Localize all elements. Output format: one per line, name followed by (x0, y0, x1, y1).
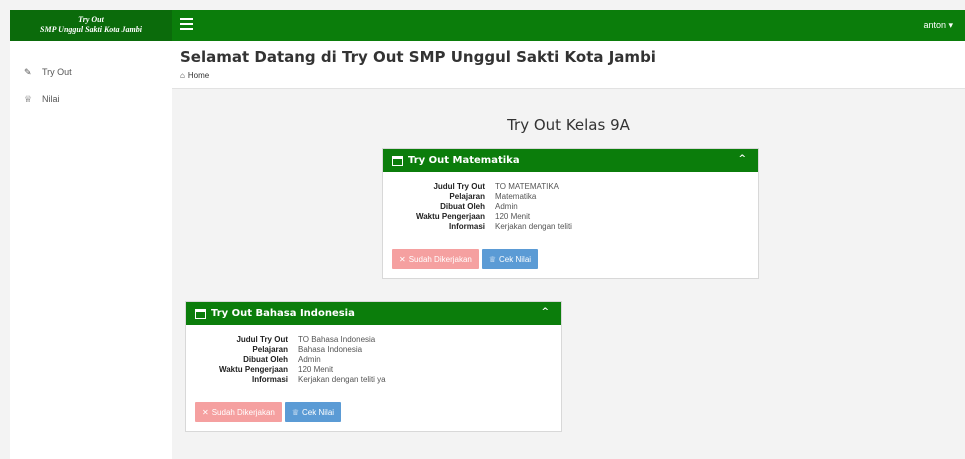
card-info: Judul Try Out TO MATEMATIKA Pelajaran Mate… (383, 182, 758, 232)
button-label: Cek Nilai (302, 407, 335, 417)
label-dibuat: Dibuat Oleh (243, 355, 288, 364)
card-title: Try Out Bahasa Indonesia (211, 308, 355, 319)
sidebar-item-label: Try Out (42, 67, 72, 77)
label-judul: Judul Try Out (433, 182, 485, 191)
section-title: Try Out Kelas 9A (507, 116, 630, 134)
sudah-dikerjakan-button[interactable]: ✕ Sudah Dikerjakan (195, 402, 282, 422)
tryout-card: Try Out Matematika ^ Judul Try Out TO MAT… (382, 148, 759, 279)
value-waktu: 120 Menit (298, 365, 334, 374)
top-navbar: anton ▾ (172, 10, 965, 41)
chevron-up-icon[interactable]: ^ (738, 154, 746, 164)
card-info: Judul Try Out TO Bahasa Indonesia Pelajar… (186, 335, 561, 385)
label-waktu: Waktu Pengerjaan (218, 365, 288, 374)
cek-nilai-button[interactable]: ♕ Cek Nilai (481, 249, 539, 269)
hamburger-menu-icon[interactable] (180, 18, 193, 32)
label-judul: Judul Try Out (236, 335, 288, 344)
label-waktu: Waktu Pengerjaan (415, 212, 485, 221)
value-pelajaran: Bahasa Indonesia (298, 345, 363, 354)
value-pelajaran: Matematika (495, 192, 537, 201)
card-header: Try Out Bahasa Indonesia ^ (186, 302, 561, 325)
value-informasi: Kerjakan dengan teliti ya (298, 375, 386, 384)
card-title: Try Out Matematika (408, 155, 520, 166)
cek-nilai-button[interactable]: ♕ Cek Nilai (284, 402, 342, 422)
value-dibuat: Admin (298, 355, 321, 364)
user-menu[interactable]: anton ▾ (923, 20, 953, 31)
label-informasi: Informasi (448, 222, 485, 231)
chevron-up-icon[interactable]: ^ (541, 307, 549, 317)
brand-logo[interactable]: Try Out SMP Unggul Sakti Kota Jambi (10, 10, 172, 41)
calendar-icon (392, 155, 403, 166)
value-dibuat: Admin (495, 202, 518, 211)
value-judul: TO MATEMATIKA (495, 182, 560, 191)
value-informasi: Kerjakan dengan teliti (495, 222, 572, 231)
sidebar-item-nilai[interactable]: ♕ Nilai (24, 92, 60, 106)
trophy-icon: ♕ (291, 407, 300, 417)
calendar-icon (195, 308, 206, 319)
label-informasi: Informasi (251, 375, 288, 384)
tryout-card: Try Out Bahasa Indonesia ^ Judul Try Out… (185, 301, 562, 432)
card-header: Try Out Matematika ^ (383, 149, 758, 172)
close-icon: ✕ (399, 254, 406, 264)
label-dibuat: Dibuat Oleh (440, 202, 485, 211)
sidebar-item-try-out[interactable]: ✎ Try Out (24, 65, 72, 79)
pencil-icon: ✎ (24, 66, 32, 77)
sudah-dikerjakan-button[interactable]: ✕ Sudah Dikerjakan (392, 249, 479, 269)
home-icon: ⌂ (180, 71, 185, 80)
trophy-icon: ♕ (488, 254, 497, 264)
breadcrumb-home[interactable]: Home (188, 71, 209, 80)
button-label: Sudah Dikerjakan (211, 407, 275, 417)
sidebar: ✎ Try Out ♕ Nilai (10, 41, 172, 459)
value-waktu: 120 Menit (495, 212, 531, 221)
card-actions: ✕ Sudah Dikerjakan ♕ Cek Nilai (392, 249, 758, 269)
sidebar-item-label: Nilai (42, 94, 60, 104)
brand-line-2: SMP Unggul Sakti Kota Jambi (40, 25, 142, 34)
breadcrumb: ⌂ Home (180, 71, 209, 80)
close-icon: ✕ (202, 407, 209, 417)
content-header: Selamat Datang di Try Out SMP Unggul Sak… (172, 41, 965, 89)
button-label: Sudah Dikerjakan (408, 254, 472, 264)
trophy-icon: ♕ (24, 93, 33, 104)
value-judul: TO Bahasa Indonesia (298, 335, 376, 344)
brand-line-1: Try Out (78, 15, 104, 24)
label-pelajaran: Pelajaran (449, 192, 485, 201)
card-actions: ✕ Sudah Dikerjakan ♕ Cek Nilai (195, 402, 561, 422)
button-label: Cek Nilai (499, 254, 532, 264)
label-pelajaran: Pelajaran (252, 345, 288, 354)
page-title: Selamat Datang di Try Out SMP Unggul Sak… (180, 48, 656, 66)
